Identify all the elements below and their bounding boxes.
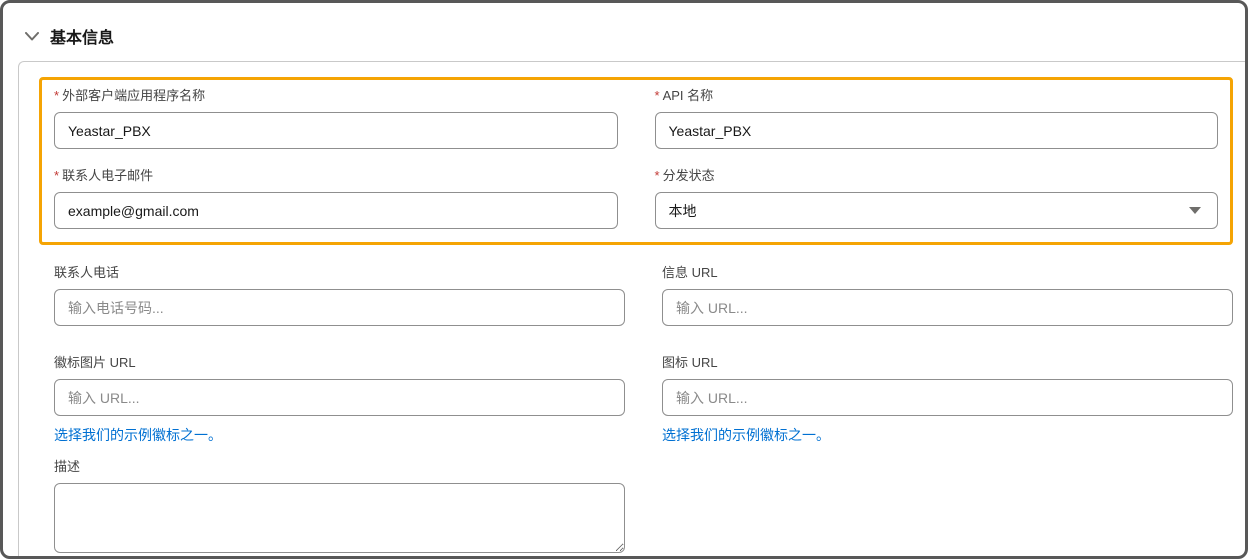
- field-contact-phone: 联系人电话: [54, 264, 625, 326]
- info-url-label: 信息 URL: [662, 264, 1233, 282]
- distribution-state-select[interactable]: 本地: [655, 192, 1219, 229]
- field-contact-email: *联系人电子邮件: [54, 167, 618, 229]
- basic-info-panel: 基本信息 *外部客户端应用程序名称 *API 名称 *联系人电子邮件: [0, 0, 1248, 559]
- app-name-input[interactable]: [54, 112, 618, 149]
- app-name-label: *外部客户端应用程序名称: [54, 87, 618, 105]
- contact-phone-input[interactable]: [54, 289, 625, 326]
- logo-sample-link[interactable]: 选择我们的示例徽标之一。: [54, 425, 222, 445]
- description-label: 描述: [54, 458, 625, 476]
- contact-email-label: *联系人电子邮件: [54, 167, 618, 185]
- field-logo-url: 徽标图片 URL 选择我们的示例徽标之一。: [54, 354, 625, 445]
- description-textarea[interactable]: [54, 483, 625, 553]
- caret-down-icon: [1189, 207, 1201, 214]
- logo-url-input[interactable]: [54, 379, 625, 416]
- distribution-state-label: *分发状态: [655, 167, 1219, 185]
- icon-url-input[interactable]: [662, 379, 1233, 416]
- api-name-input[interactable]: [655, 112, 1219, 149]
- required-indicator: *: [655, 88, 660, 103]
- field-description: 描述: [54, 458, 625, 558]
- required-indicator: *: [54, 88, 59, 103]
- contact-email-input[interactable]: [54, 192, 618, 229]
- chevron-down-icon: [25, 32, 39, 41]
- optional-fields-section: 联系人电话 信息 URL 徽标图片 URL 选择我们的示例徽标之一。 图标 UR…: [39, 245, 1233, 558]
- icon-sample-link[interactable]: 选择我们的示例徽标之一。: [662, 425, 830, 445]
- contact-phone-label: 联系人电话: [54, 264, 625, 282]
- field-api-name: *API 名称: [655, 87, 1219, 149]
- required-indicator: *: [54, 168, 59, 183]
- section-card: *外部客户端应用程序名称 *API 名称 *联系人电子邮件 *分发状态 本地: [18, 61, 1245, 558]
- api-name-label: *API 名称: [655, 87, 1219, 105]
- section-header[interactable]: 基本信息: [3, 3, 1245, 61]
- info-url-input[interactable]: [662, 289, 1233, 326]
- field-app-name: *外部客户端应用程序名称: [54, 87, 618, 149]
- field-icon-url: 图标 URL 选择我们的示例徽标之一。: [662, 354, 1233, 445]
- field-info-url: 信息 URL: [662, 264, 1233, 326]
- required-fields-highlight: *外部客户端应用程序名称 *API 名称 *联系人电子邮件 *分发状态 本地: [39, 77, 1233, 245]
- required-indicator: *: [655, 168, 660, 183]
- field-distribution-state: *分发状态 本地: [655, 167, 1219, 229]
- icon-url-label: 图标 URL: [662, 354, 1233, 372]
- logo-url-label: 徽标图片 URL: [54, 354, 625, 372]
- distribution-state-value: 本地: [669, 201, 697, 221]
- section-title: 基本信息: [50, 24, 114, 48]
